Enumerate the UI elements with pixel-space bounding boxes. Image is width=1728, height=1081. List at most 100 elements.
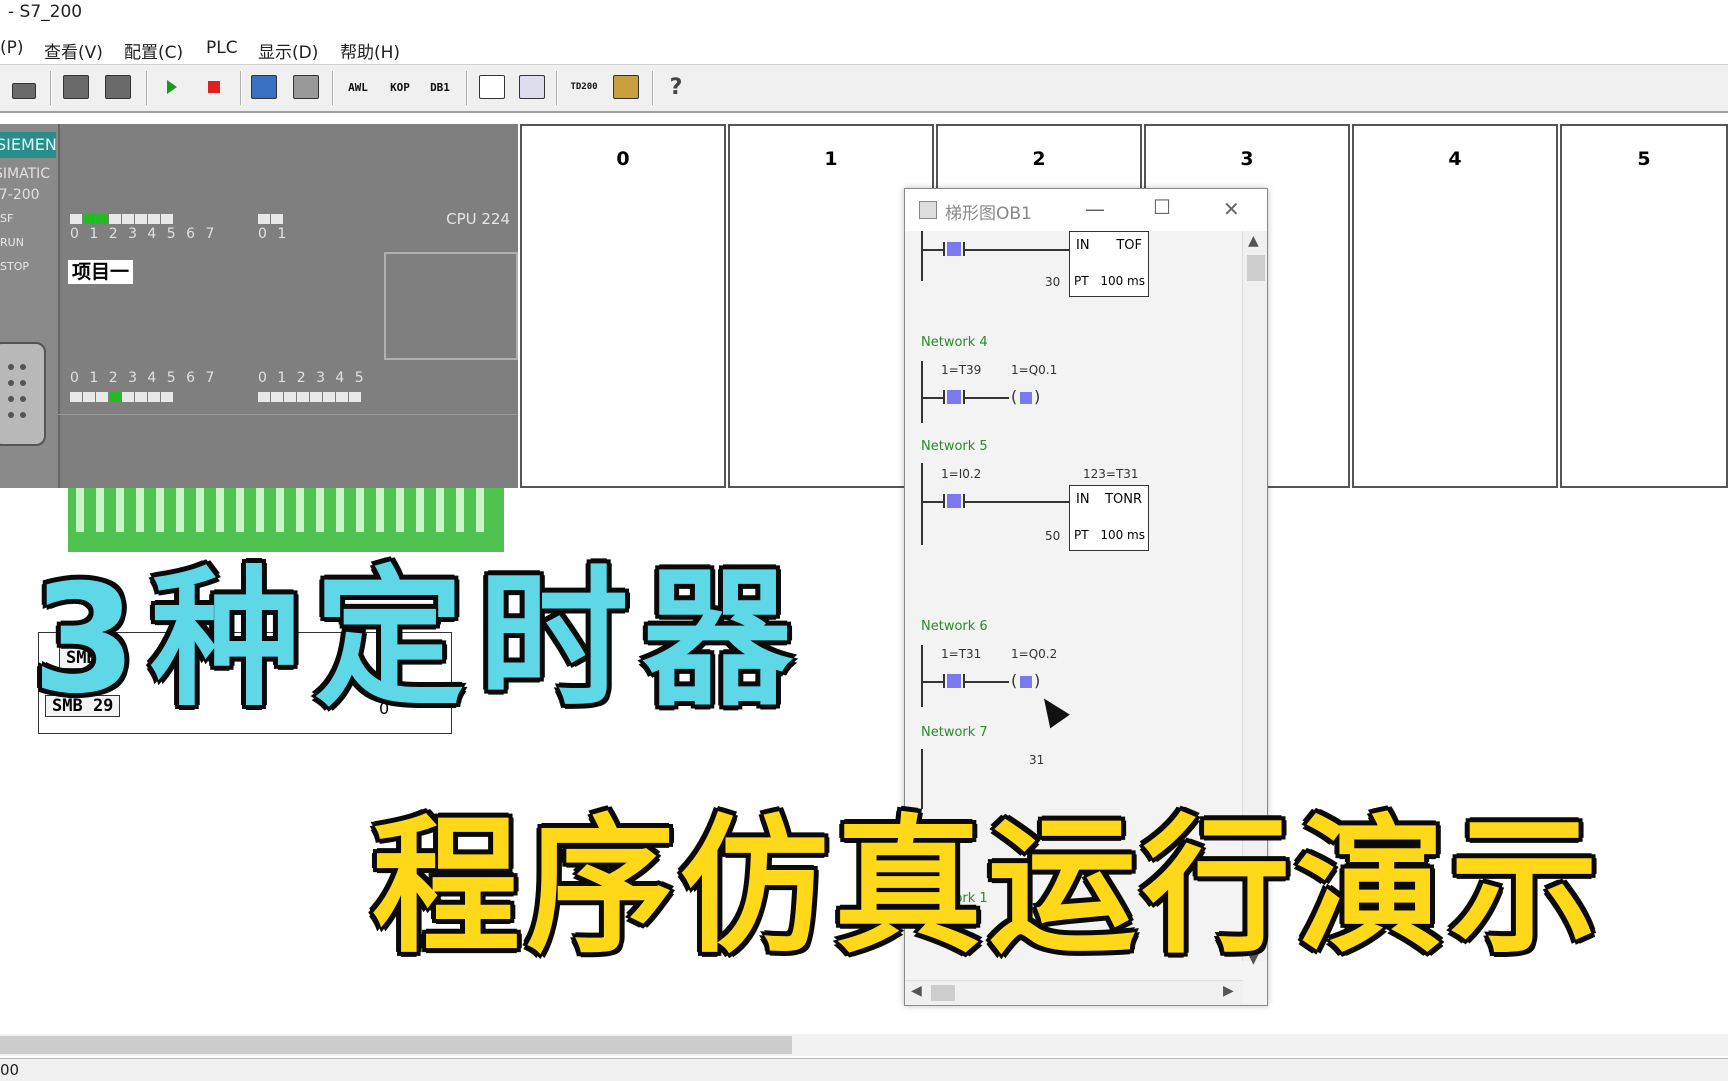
simatic-label: SIMATIC [0, 166, 51, 182]
chart-icon[interactable] [516, 71, 548, 103]
contact-icon[interactable] [943, 390, 965, 404]
menu-item-plc[interactable]: PLC [206, 38, 238, 58]
menu-item-view[interactable]: 查看(V) [44, 38, 103, 63]
load-program-icon[interactable] [60, 71, 92, 103]
state-table-icon[interactable] [476, 71, 508, 103]
timer-type-label: TOF [1116, 238, 1142, 253]
help-icon[interactable]: ? [660, 71, 692, 103]
maximize-icon[interactable]: ☐ [1153, 195, 1171, 219]
wire [921, 681, 943, 683]
network-icon[interactable] [610, 71, 642, 103]
td200-button[interactable]: TD200 [564, 71, 604, 103]
plc-status-panel: SIEMENS SIMATIC S7-200 SF RUN STOP [0, 124, 60, 488]
wire [965, 397, 1009, 399]
model-label: S7-200 [0, 187, 40, 203]
scroll-thumb[interactable] [1247, 255, 1265, 281]
menu-item-help[interactable]: 帮助(H) [340, 38, 400, 63]
timer-base-label: 100 ms [1100, 274, 1145, 288]
window-title: - S7_200 [8, 2, 83, 22]
toolbar-separator [556, 71, 558, 105]
contact-icon[interactable] [943, 242, 965, 256]
sf-label: SF [0, 212, 14, 225]
toolbar: AWL KOP DB1 TD200 ? [0, 64, 1728, 113]
wire [965, 681, 1009, 683]
menu-item-display[interactable]: 显示(D) [258, 38, 318, 63]
load-db-icon[interactable] [102, 71, 134, 103]
menu-item-config[interactable]: 配置(C) [124, 38, 183, 63]
minimize-icon[interactable]: — [1085, 197, 1105, 221]
net6-coil-label: 1=Q0.2 [1011, 647, 1058, 661]
siemens-logo: SIEMENS [0, 132, 56, 158]
timer-box-tof[interactable]: IN TOF PT 100 ms [1069, 231, 1149, 297]
run-label: RUN [0, 236, 24, 249]
download-icon[interactable] [8, 71, 40, 103]
toolbar-separator [146, 71, 148, 105]
expansion-slot-4[interactable]: 4 [1352, 124, 1558, 488]
menu-item-program[interactable]: (P) [0, 38, 24, 58]
power-rail [921, 231, 923, 281]
coil-icon[interactable]: () [1009, 387, 1042, 406]
status-bar: 00 [0, 1058, 1728, 1081]
status-text: 00 [0, 1061, 20, 1079]
tonr-pt-value: 50 [1045, 529, 1061, 543]
ladder-window-titlebar[interactable]: 梯形图OB1 — ☐ ✕ [905, 189, 1267, 231]
output-labels-b: 0 1 2 3 4 5 [258, 370, 367, 386]
horizontal-scrollbar[interactable]: ◀ ▶ [905, 980, 1243, 1005]
net7-partial-label: 31 [1029, 753, 1045, 767]
kop-button[interactable]: KOP [380, 71, 420, 103]
hscroll-thumb[interactable] [931, 985, 955, 1001]
main-horizontal-scrollbar[interactable] [0, 1034, 1728, 1056]
output-labels-a: 0 1 2 3 4 5 6 7 [70, 370, 218, 386]
timer-type-label: TONR [1105, 492, 1142, 507]
module-icon[interactable] [290, 71, 322, 103]
expansion-slot-5[interactable]: 5 [1560, 124, 1728, 488]
run-icon[interactable] [156, 71, 188, 103]
cpu-display-box [384, 252, 518, 360]
toolbar-separator [466, 71, 468, 105]
toolbar-separator [332, 71, 334, 105]
wire [921, 249, 943, 251]
scroll-up-icon[interactable]: ▲ [1248, 233, 1259, 249]
ladder-window-title: 梯形图OB1 [945, 204, 1032, 224]
plc-cpu-module[interactable]: SIEMENS SIMATIC S7-200 SF RUN STOP 0 1 2… [0, 124, 518, 488]
network-4-label: Network 4 [921, 335, 988, 350]
net5-timer-value: 123=T31 [1083, 467, 1139, 481]
contact-icon[interactable] [943, 674, 965, 688]
net6-contact-label: 1=T31 [941, 647, 982, 661]
timer-base-label: 100 ms [1100, 528, 1145, 542]
timer-in-label: IN [1076, 492, 1090, 507]
output-leds-b [258, 392, 362, 402]
divider [58, 414, 518, 415]
power-rail [921, 361, 923, 423]
coil-icon[interactable]: () [1009, 671, 1042, 690]
wire [921, 501, 943, 503]
awl-button[interactable]: AWL [338, 71, 378, 103]
title-bar: - S7_200 [0, 0, 1728, 28]
db1-button[interactable]: DB1 [420, 71, 460, 103]
scroll-left-icon[interactable]: ◀ [911, 983, 922, 999]
output-leds-a [70, 392, 174, 402]
monitor-icon[interactable] [248, 71, 280, 103]
menu-bar: (P) 查看(V) 配置(C) PLC 显示(D) 帮助(H) [0, 34, 1728, 63]
main-scroll-thumb[interactable] [0, 1036, 792, 1054]
contact-icon[interactable] [943, 494, 965, 508]
toolbar-separator [652, 71, 654, 105]
stop-icon[interactable] [198, 71, 230, 103]
expansion-slot-0[interactable]: 0 [520, 124, 726, 488]
net4-coil-label: 1=Q0.1 [1011, 363, 1058, 377]
wire [965, 249, 1069, 251]
timer-pt-label: PT [1074, 528, 1089, 542]
network-7-label: Network 7 [921, 725, 988, 740]
timer-box-tonr[interactable]: IN TONR PT 100 ms [1069, 485, 1149, 551]
toolbar-separator [240, 71, 242, 105]
stop-label: STOP [0, 260, 29, 273]
input-labels-a: 0 1 2 3 4 5 6 7 [70, 226, 218, 242]
input-labels-b: 0 1 [258, 226, 290, 242]
close-icon[interactable]: ✕ [1223, 197, 1240, 221]
timer-in-label: IN [1076, 238, 1090, 253]
power-rail [921, 463, 923, 545]
power-rail [921, 645, 923, 707]
scroll-right-icon[interactable]: ▶ [1223, 983, 1234, 999]
serial-port-icon [0, 342, 46, 446]
network-6-label: Network 6 [921, 619, 988, 634]
